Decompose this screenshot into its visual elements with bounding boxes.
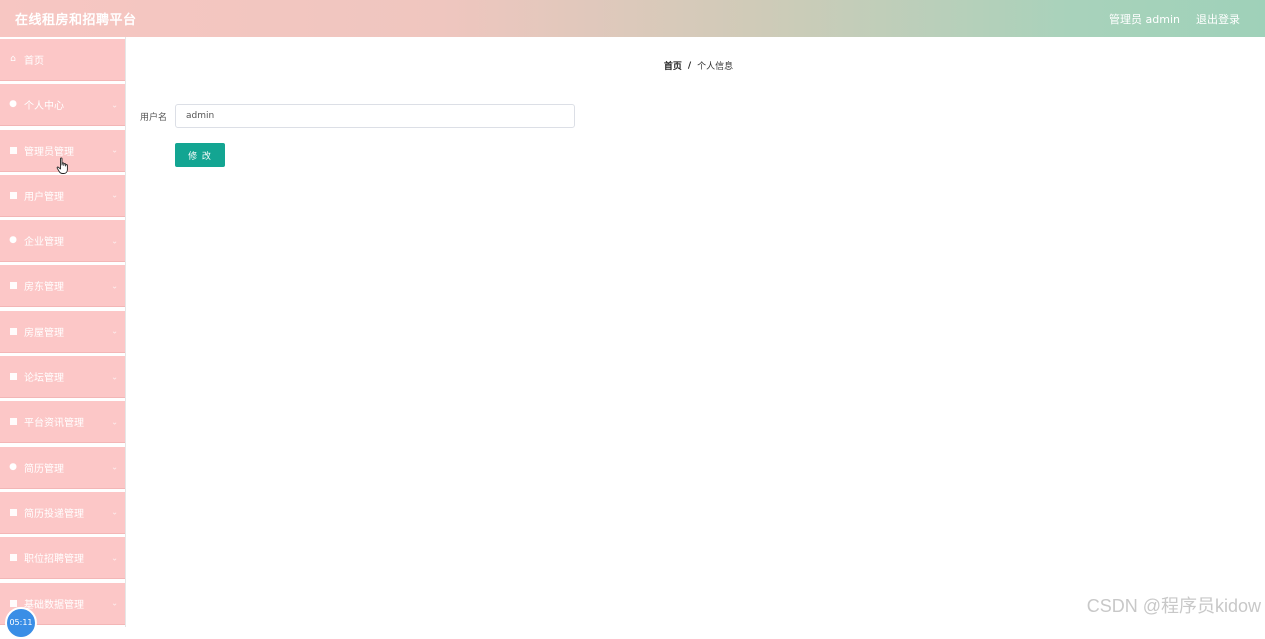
chevron-down-icon: ⌄	[111, 372, 118, 382]
sidebar-item-label: 职位招聘管理	[24, 554, 84, 566]
menu-icon	[9, 282, 17, 290]
sidebar-item-job-management[interactable]: 职位招聘管理 ⌄	[0, 537, 125, 580]
chevron-down-icon: ⌄	[111, 507, 118, 517]
menu-icon	[9, 554, 17, 562]
sidebar-item-label: 简历投递管理	[24, 508, 84, 520]
sidebar-item-home[interactable]: ⌂ 首页	[0, 39, 125, 81]
sidebar-item-label: 基础数据管理	[24, 599, 84, 611]
sidebar-item-forum-management[interactable]: 论坛管理 ⌄	[0, 356, 125, 399]
chevron-down-icon: ⌄	[111, 462, 118, 472]
user-icon: ●	[9, 461, 17, 472]
user-icon: ●	[9, 99, 17, 110]
breadcrumb: 首页 / 个人信息	[126, 59, 1265, 73]
sidebar-item-label: 论坛管理	[24, 373, 64, 385]
sidebar-item-personal-center[interactable]: ● 个人中心 ⌄	[0, 84, 125, 127]
sidebar-item-news-management[interactable]: 平台资讯管理 ⌄	[0, 401, 125, 444]
breadcrumb-home[interactable]: 首页	[664, 59, 682, 72]
sidebar-item-label: 企业管理	[24, 237, 64, 249]
breadcrumb-separator: /	[687, 60, 692, 71]
menu-icon	[9, 191, 17, 199]
hand-cursor-icon	[56, 157, 68, 174]
chevron-down-icon: ⌄	[111, 326, 118, 336]
sidebar-item-label: 平台资讯管理	[24, 418, 84, 430]
admin-label: 管理员 admin	[1109, 12, 1180, 26]
chevron-down-icon: ⌄	[111, 553, 118, 563]
sidebar-item-house-management[interactable]: 房屋管理 ⌄	[0, 310, 125, 353]
chevron-down-icon: ⌄	[111, 145, 118, 155]
sidebar-item-label: 简历管理	[24, 463, 64, 475]
chevron-down-icon: ⌄	[111, 281, 118, 291]
menu-icon	[9, 373, 17, 381]
chevron-down-icon: ⌄	[111, 417, 118, 427]
watermark: CSDN @程序员kidow	[1086, 596, 1261, 616]
sidebar-item-label: 个人中心	[24, 101, 64, 113]
chevron-down-icon: ⌄	[111, 236, 118, 246]
sidebar: ⌂ 首页 ● 个人中心 ⌄ 管理员管理 ⌄ 用户管理 ⌄ ● 企业管理 ⌄ 房东…	[0, 37, 126, 627]
chevron-down-icon: ⌄	[111, 190, 118, 200]
username-label: 用户名	[140, 112, 168, 123]
main-content: 首页 / 个人信息 用户名 修 改	[126, 37, 1265, 627]
menu-icon	[9, 327, 17, 335]
chevron-down-icon: ⌄	[111, 598, 118, 608]
modify-button[interactable]: 修 改	[175, 143, 225, 167]
location-icon: ●	[9, 235, 17, 246]
sidebar-item-resume-delivery-management[interactable]: 简历投递管理 ⌄	[0, 491, 125, 534]
sidebar-item-label: 用户管理	[24, 191, 64, 203]
timer-badge: 05:11	[5, 607, 37, 639]
top-bar: 在线租房和招聘平台 管理员 admin 退出登录	[0, 0, 1265, 37]
username-row: 用户名	[140, 104, 575, 128]
breadcrumb-current: 个人信息	[697, 62, 734, 72]
top-right-area: 管理员 admin 退出登录	[1109, 11, 1240, 27]
sidebar-item-label: 房屋管理	[24, 327, 64, 339]
chevron-down-icon: ⌄	[111, 100, 118, 110]
sidebar-item-user-management[interactable]: 用户管理 ⌄	[0, 174, 125, 217]
menu-icon	[9, 418, 17, 426]
sidebar-item-landlord-management[interactable]: 房东管理 ⌄	[0, 265, 125, 308]
sidebar-item-label: 房东管理	[24, 282, 64, 294]
menu-icon	[9, 508, 17, 516]
app-title: 在线租房和招聘平台	[15, 13, 137, 28]
sidebar-item-label: 首页	[24, 56, 44, 67]
home-icon: ⌂	[10, 54, 16, 64]
sidebar-item-resume-management[interactable]: ● 简历管理 ⌄	[0, 446, 125, 489]
menu-icon	[9, 599, 17, 607]
sidebar-item-company-management[interactable]: ● 企业管理 ⌄	[0, 220, 125, 263]
sidebar-item-label: 管理员管理	[24, 146, 74, 158]
username-input[interactable]	[175, 104, 575, 128]
logout-link[interactable]: 退出登录	[1196, 11, 1240, 27]
timer-text: 05:11	[9, 618, 33, 627]
menu-icon	[9, 146, 17, 154]
